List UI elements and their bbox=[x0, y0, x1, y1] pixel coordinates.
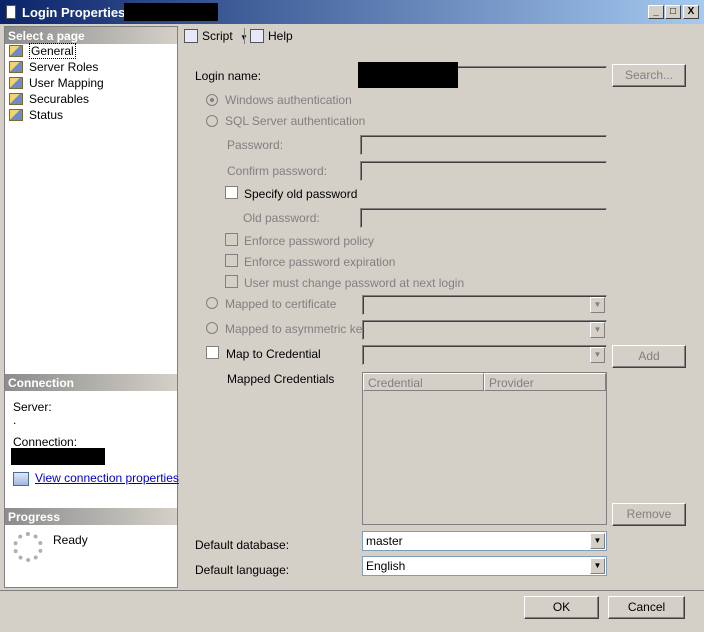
map-credential-checkbox[interactable] bbox=[206, 346, 219, 359]
search-button[interactable]: Search... bbox=[612, 64, 686, 87]
provider-column-header[interactable]: Provider bbox=[484, 373, 606, 391]
page-icon bbox=[9, 61, 23, 73]
default-database-select[interactable]: master ▼ bbox=[362, 531, 607, 551]
map-credential-label: Map to Credential bbox=[226, 347, 321, 361]
server-label: Server: bbox=[13, 400, 52, 414]
script-label: Script bbox=[202, 29, 233, 43]
chevron-down-icon: ▼ bbox=[590, 347, 605, 363]
help-label: Help bbox=[268, 29, 293, 43]
help-button[interactable]: Help bbox=[250, 28, 293, 44]
toolbar-divider bbox=[244, 28, 245, 44]
help-icon bbox=[250, 29, 264, 43]
footer-divider bbox=[0, 590, 704, 591]
left-panel: Select a page General Server Roles User … bbox=[4, 26, 179, 588]
credential-column-header[interactable]: Credential bbox=[363, 373, 484, 391]
chevron-down-icon: ▼ bbox=[590, 322, 605, 338]
certificate-select[interactable]: ▼ bbox=[362, 295, 607, 315]
windows-auth-radio[interactable] bbox=[206, 94, 218, 106]
mapped-certificate-radio[interactable] bbox=[206, 297, 218, 309]
server-value: . bbox=[13, 413, 17, 427]
login-name-label: Login name: bbox=[195, 69, 262, 83]
general-page: Login name: Search... Windows authentica… bbox=[180, 48, 702, 588]
title-bar: Login Properties - _ □ X bbox=[0, 0, 704, 24]
close-button[interactable]: X bbox=[683, 5, 699, 19]
page-server-roles[interactable]: Server Roles bbox=[9, 59, 98, 75]
confirm-password-input[interactable] bbox=[360, 161, 607, 181]
page-user-mapping[interactable]: User Mapping bbox=[9, 75, 104, 91]
enforce-policy-label: Enforce password policy bbox=[244, 234, 375, 248]
page-icon bbox=[9, 109, 23, 121]
script-button[interactable]: Script ▼ bbox=[184, 28, 248, 44]
maximize-button[interactable]: □ bbox=[665, 5, 681, 19]
must-change-label: User must change password at next login bbox=[244, 276, 465, 290]
page-securables[interactable]: Securables bbox=[9, 91, 89, 107]
default-language-select[interactable]: English ▼ bbox=[362, 556, 607, 576]
window-icon bbox=[6, 5, 16, 19]
must-change-checkbox[interactable] bbox=[225, 275, 238, 288]
enforce-expiration-label: Enforce password expiration bbox=[244, 255, 396, 269]
progress-spinner-icon bbox=[13, 532, 43, 562]
page-label: General bbox=[29, 43, 76, 59]
old-password-input[interactable] bbox=[360, 208, 607, 228]
ok-button[interactable]: OK bbox=[524, 596, 599, 619]
page-label: Status bbox=[29, 108, 64, 122]
select-page-header: Select a page bbox=[5, 27, 177, 44]
default-database-label: Default database: bbox=[195, 538, 290, 552]
redacted-connection bbox=[11, 448, 105, 465]
enforce-policy-checkbox[interactable] bbox=[225, 233, 238, 246]
chevron-down-icon: ▼ bbox=[590, 533, 605, 549]
page-label: User Mapping bbox=[29, 76, 104, 90]
page-icon bbox=[9, 77, 23, 89]
default-language-value: English bbox=[366, 559, 406, 573]
sql-auth-radio[interactable] bbox=[206, 115, 218, 127]
script-icon bbox=[184, 29, 198, 43]
page-icon bbox=[9, 45, 23, 57]
page-general[interactable]: General bbox=[9, 43, 76, 59]
remove-button[interactable]: Remove bbox=[612, 503, 686, 526]
confirm-password-label: Confirm password: bbox=[227, 164, 328, 178]
view-connection-properties-link[interactable]: View connection properties bbox=[35, 471, 179, 485]
window-title: Login Properties - bbox=[22, 5, 134, 20]
connection-label: Connection: bbox=[13, 435, 78, 449]
page-label: Securables bbox=[29, 92, 90, 106]
old-password-label: Old password: bbox=[243, 211, 320, 225]
mapped-certificate-label: Mapped to certificate bbox=[225, 297, 337, 311]
password-input[interactable] bbox=[360, 135, 607, 155]
page-status[interactable]: Status bbox=[9, 107, 63, 123]
minimize-button[interactable]: _ bbox=[648, 5, 664, 19]
connection-header: Connection bbox=[5, 374, 177, 391]
redacted-login-name bbox=[124, 3, 218, 21]
password-label: Password: bbox=[227, 138, 284, 152]
progress-status: Ready bbox=[53, 533, 88, 547]
page-icon bbox=[9, 93, 23, 105]
windows-auth-label: Windows authentication bbox=[225, 93, 352, 107]
redacted-login-value bbox=[358, 62, 458, 88]
chevron-down-icon: ▼ bbox=[590, 558, 605, 574]
default-language-label: Default language: bbox=[195, 563, 290, 577]
toolbar: Script ▼ Help bbox=[180, 26, 704, 46]
add-button[interactable]: Add bbox=[612, 345, 686, 368]
sql-auth-label: SQL Server authentication bbox=[225, 114, 366, 128]
mapped-credentials-label: Mapped Credentials bbox=[227, 372, 335, 386]
mapped-asymmetric-radio[interactable] bbox=[206, 322, 218, 334]
credential-select[interactable]: ▼ bbox=[362, 345, 607, 365]
mapped-credentials-table[interactable]: Credential Provider bbox=[362, 372, 607, 525]
specify-old-password-label: Specify old password bbox=[244, 187, 358, 201]
progress-header: Progress bbox=[5, 508, 177, 525]
enforce-expiration-checkbox[interactable] bbox=[225, 254, 238, 267]
page-label: Server Roles bbox=[29, 60, 99, 74]
cancel-button[interactable]: Cancel bbox=[608, 596, 685, 619]
asymmetric-key-select[interactable]: ▼ bbox=[362, 320, 607, 340]
chevron-down-icon: ▼ bbox=[590, 297, 605, 313]
default-database-value: master bbox=[366, 534, 403, 548]
specify-old-password-checkbox[interactable] bbox=[225, 186, 238, 199]
mapped-asymmetric-label: Mapped to asymmetric key bbox=[225, 322, 369, 336]
login-name-input[interactable] bbox=[358, 62, 607, 88]
connection-properties-icon bbox=[13, 472, 29, 486]
